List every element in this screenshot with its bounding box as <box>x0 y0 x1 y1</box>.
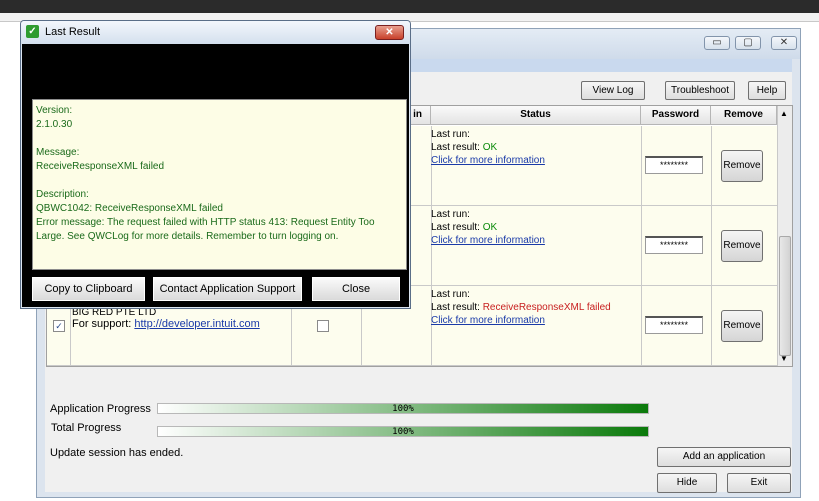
description-code: QBWC1042: ReceiveResponseXML failed <box>36 203 223 214</box>
total-progress-bar: 100% <box>157 426 649 437</box>
dialog-close-action-button[interactable]: Close <box>312 277 400 301</box>
background-top-bar <box>0 0 819 13</box>
table-scrollbar[interactable]: ▲ ▼ <box>777 106 792 366</box>
last-result-value: OK <box>482 222 498 233</box>
total-progress-label: Total Progress <box>51 422 122 434</box>
column-header-remove[interactable]: Remove <box>711 106 777 125</box>
last-result: Last result: ReceiveResponseXML failed <box>431 301 611 314</box>
scrollbar-thumb[interactable] <box>779 236 791 356</box>
password-field[interactable]: ******** <box>645 156 703 174</box>
message-label: Message: <box>36 147 80 158</box>
last-result-label: Last result: <box>431 142 480 153</box>
column-header-status[interactable]: Status <box>431 106 641 125</box>
last-result-dialog: ✓ Last Result ✕ Version: 2.1.0.30 Messag… <box>20 20 411 309</box>
hide-button[interactable]: Hide <box>657 473 717 493</box>
result-message-box[interactable]: Version: 2.1.0.30 Message: ReceiveRespon… <box>32 99 407 270</box>
last-result: Last result: OK <box>431 221 497 234</box>
remove-button[interactable]: Remove <box>721 230 763 262</box>
more-info-link[interactable]: Click for more information <box>431 234 545 247</box>
version-label: Version: <box>36 105 73 116</box>
description-text: Error message: The request failed with H… <box>36 217 375 242</box>
total-progress-text: 100% <box>392 427 414 437</box>
troubleshoot-button[interactable]: Troubleshoot <box>665 81 735 100</box>
description-label: Description: <box>36 189 89 200</box>
remove-button[interactable]: Remove <box>721 310 763 342</box>
last-run-label: Last run: <box>431 289 470 300</box>
maximize-button[interactable]: ▢ <box>735 36 761 50</box>
app-icon: ✓ <box>26 25 39 38</box>
add-application-button[interactable]: Add an application <box>657 447 791 467</box>
last-run-label: Last run: <box>431 129 470 140</box>
column-header-password[interactable]: Password <box>641 106 711 125</box>
dialog-title: Last Result <box>45 26 101 38</box>
support-label: For support: <box>72 318 132 330</box>
version-value: 2.1.0.30 <box>36 119 73 130</box>
autorun-checkbox[interactable] <box>317 320 329 332</box>
last-result-label: Last result: <box>431 222 480 233</box>
remove-button[interactable]: Remove <box>721 150 763 182</box>
copy-to-clipboard-button[interactable]: Copy to Clipboard <box>32 277 145 301</box>
more-info-link[interactable]: Click for more information <box>431 314 545 327</box>
enable-checkbox[interactable]: ✓ <box>53 320 65 332</box>
support-link[interactable]: http://developer.intuit.com <box>134 318 259 330</box>
status-message: Update session has ended. <box>50 447 184 459</box>
window-close-button[interactable]: ✕ <box>771 36 797 50</box>
dialog-title-bar[interactable]: ✓ Last Result ✕ <box>21 21 410 44</box>
help-button[interactable]: Help <box>748 81 786 100</box>
contact-support-button[interactable]: Contact Application Support <box>153 277 302 301</box>
scroll-up-icon[interactable]: ▲ <box>780 109 788 118</box>
dialog-close-button[interactable]: ✕ <box>375 25 404 40</box>
application-progress-bar: 100% <box>157 403 649 414</box>
last-run-label: Last run: <box>431 209 470 220</box>
application-progress-label: Application Progress <box>50 403 151 415</box>
support-info: For support: http://developer.intuit.com <box>72 318 260 330</box>
last-result: Last result: OK <box>431 141 497 154</box>
exit-button[interactable]: Exit <box>727 473 791 493</box>
message-value: ReceiveResponseXML failed <box>36 161 165 172</box>
application-progress-text: 100% <box>392 404 414 414</box>
last-result-value: ReceiveResponseXML failed <box>482 302 611 313</box>
last-result-label: Last result: <box>431 302 480 313</box>
more-info-link[interactable]: Click for more information <box>431 154 545 167</box>
password-field[interactable]: ******** <box>645 316 703 334</box>
scroll-down-icon[interactable]: ▼ <box>780 354 788 363</box>
dialog-body: Version: 2.1.0.30 Message: ReceiveRespon… <box>22 44 409 307</box>
last-result-value: OK <box>482 142 498 153</box>
view-log-button[interactable]: View Log <box>581 81 645 100</box>
minimize-button[interactable]: ▭ <box>704 36 730 50</box>
password-field[interactable]: ******** <box>645 236 703 254</box>
